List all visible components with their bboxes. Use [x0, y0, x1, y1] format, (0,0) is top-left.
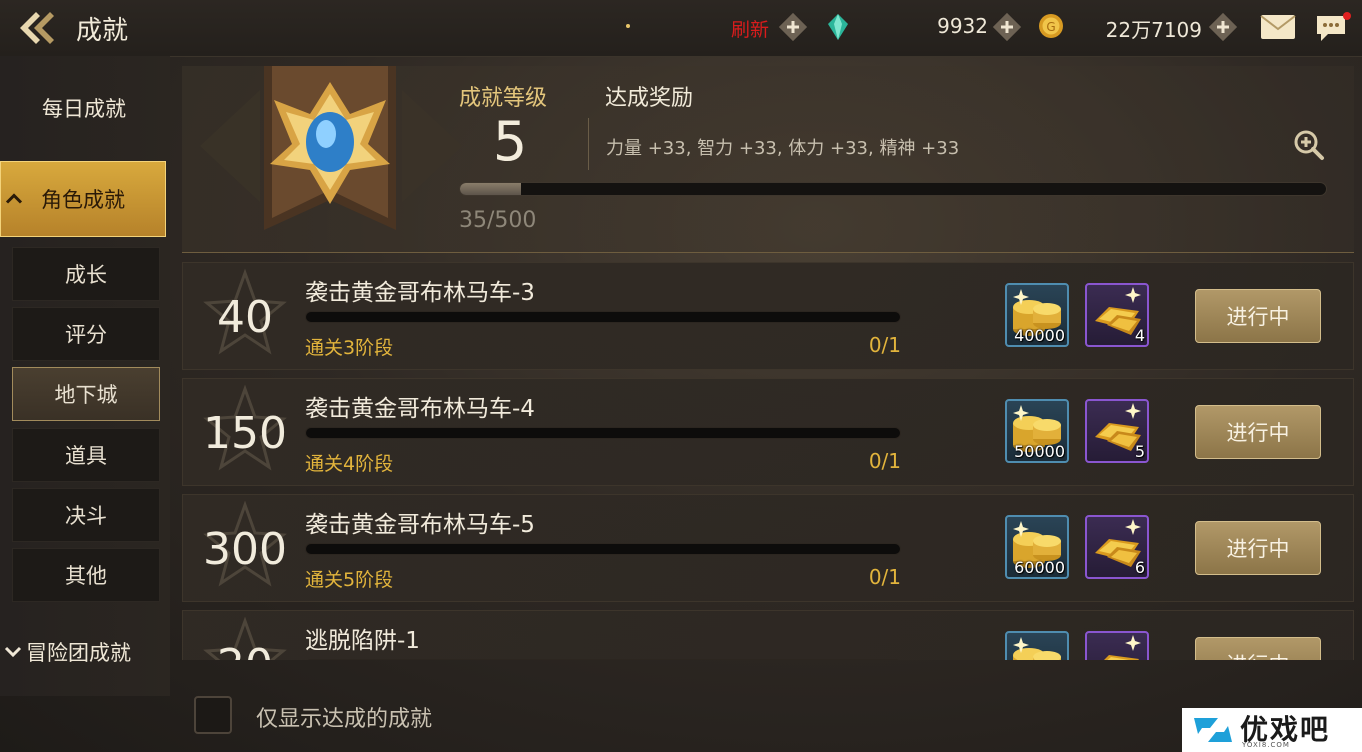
- level-progress-text: 35/500: [459, 208, 537, 233]
- sidebar-sub-label: 评分: [65, 323, 107, 347]
- achievement-name: 逃脱陷阱-1: [305, 628, 420, 654]
- back-arrow-icon[interactable]: [14, 8, 60, 48]
- watermark-sub: YOXI8.COM: [1242, 741, 1290, 749]
- achievement-condition: 通关3阶段: [305, 337, 394, 359]
- reward-gold-slot[interactable]: [1005, 631, 1069, 660]
- svg-text:G: G: [1046, 20, 1055, 34]
- sidebar-sub-label: 其他: [65, 564, 107, 588]
- sidebar-item-character[interactable]: 角色成就: [0, 161, 166, 237]
- mail-icon[interactable]: [1260, 14, 1296, 40]
- reward-quantity: 5: [1134, 442, 1145, 461]
- status-in-progress-button[interactable]: 进行中: [1195, 405, 1321, 459]
- filter-checkbox-label[interactable]: 仅显示达成的成就: [256, 701, 432, 733]
- sidebar: 每日成就 角色成就 成长 评分 地下城 道具 决斗 其他 冒险团成就: [0, 56, 170, 696]
- reward-quantity: 40000: [1014, 326, 1065, 345]
- sidebar-sub-label: 道具: [65, 444, 107, 468]
- achievement-name: 袭击黄金哥布林马车-3: [305, 280, 535, 306]
- watermark-logo-icon: [1194, 718, 1232, 742]
- sidebar-item-label: 每日成就: [42, 97, 126, 121]
- status-in-progress-button[interactable]: 进行中: [1195, 289, 1321, 343]
- sidebar-sub-label: 成长: [65, 263, 107, 287]
- filter-checkbox[interactable]: [194, 696, 232, 734]
- achievement-condition: 通关4阶段: [305, 453, 394, 475]
- achievement-count: 0/1: [868, 333, 901, 357]
- achievement-badge-icon: [200, 60, 462, 250]
- reward-gold-slot[interactable]: 40000: [1005, 283, 1069, 347]
- reward-ingot-slot[interactable]: 4: [1085, 283, 1149, 347]
- level-progress-fill: [460, 183, 521, 195]
- top-bar: 成就 刷新 9932 G 22万7109: [0, 0, 1362, 57]
- refresh-plus-icon[interactable]: [778, 12, 808, 42]
- achievement-condition: 通关5阶段: [305, 569, 394, 591]
- chevron-down-icon: [4, 642, 22, 663]
- sidebar-item-adventure[interactable]: 冒险团成就: [0, 627, 168, 677]
- level-label: 成就等级: [459, 86, 548, 111]
- reward-ingot-slot[interactable]: 6: [1085, 515, 1149, 579]
- achievement-points: 300: [203, 523, 287, 575]
- achievement-row: 150 袭击黄金哥布林马车-4 通关4阶段 0/1 50000 5 进行中: [182, 378, 1354, 486]
- reward-ingot-slot[interactable]: [1085, 631, 1149, 660]
- watermark: 优戏吧 YOXI8.COM: [1182, 708, 1362, 752]
- moon-icon[interactable]: [606, 12, 634, 40]
- reward-gold-slot[interactable]: 50000: [1005, 399, 1069, 463]
- sidebar-sub-label: 地下城: [54, 383, 118, 407]
- achievement-points: 40: [217, 291, 273, 343]
- reward-quantity: 60000: [1014, 558, 1065, 577]
- status-in-progress-button[interactable]: 进行中: [1195, 637, 1321, 660]
- achievement-list[interactable]: 40 袭击黄金哥布林马车-3 通关3阶段 0/1 40000 4 进行中 150 袭击黄金哥布林…: [182, 262, 1354, 660]
- achievement-points: 150: [203, 407, 287, 459]
- currency-amount-1: 9932: [937, 14, 988, 38]
- achievement-progress-bar: [305, 311, 901, 323]
- achievement-count: 0/1: [868, 449, 901, 473]
- sidebar-item-label: 冒险团成就: [26, 641, 131, 665]
- sidebar-sub-duel[interactable]: 决斗: [12, 488, 160, 542]
- sidebar-item-daily[interactable]: 每日成就: [0, 70, 168, 146]
- level-value: 5: [492, 110, 528, 173]
- sidebar-sub-dungeon[interactable]: 地下城: [12, 367, 160, 421]
- reward-ingot-slot[interactable]: 5: [1085, 399, 1149, 463]
- sidebar-sub-items[interactable]: 道具: [12, 428, 160, 482]
- reward-quantity: 4: [1134, 326, 1145, 345]
- currency-amount-2: 22万7109: [1105, 18, 1202, 42]
- achievement-count: 0/1: [868, 565, 901, 589]
- sidebar-item-label: 角色成就: [41, 188, 125, 212]
- currency2-plus-icon[interactable]: [1208, 12, 1238, 42]
- gold-coins-icon: [1013, 637, 1061, 660]
- gold-ingot-icon: [1104, 635, 1141, 660]
- reward-quantity: 6: [1134, 558, 1145, 577]
- achievement-progress-bar: [305, 427, 901, 439]
- achievement-name: 袭击黄金哥布林马车-5: [305, 512, 535, 538]
- zoom-in-icon[interactable]: [1292, 128, 1326, 162]
- achievement-name: 袭击黄金哥布林马车-4: [305, 396, 535, 422]
- reward-quantity: 50000: [1014, 442, 1065, 461]
- sidebar-sub-label: 决斗: [65, 504, 107, 528]
- level-progress-bar: [459, 182, 1327, 196]
- divider: [588, 118, 589, 170]
- sidebar-sub-growth[interactable]: 成长: [12, 247, 160, 301]
- achievement-progress-bar: [305, 659, 901, 660]
- achievement-progress-bar: [305, 543, 901, 555]
- reward-stats-text: 力量 +33, 智力 +33, 体力 +33, 精神 +33: [606, 138, 960, 159]
- reward-label: 达成奖励: [605, 86, 694, 111]
- achievement-points: 20: [191, 633, 299, 661]
- currency1-plus-icon[interactable]: [992, 12, 1022, 42]
- sidebar-sub-score[interactable]: 评分: [12, 307, 160, 361]
- gold-coin-icon: G: [1037, 12, 1065, 40]
- page-title: 成就: [76, 16, 129, 46]
- refresh-label[interactable]: 刷新: [731, 15, 769, 42]
- chevron-up-icon: [5, 189, 23, 210]
- chat-icon[interactable]: [1314, 12, 1352, 46]
- sidebar-sub-other[interactable]: 其他: [12, 548, 160, 602]
- achievement-row: 300 袭击黄金哥布林马车-5 通关5阶段 0/1 60000 6 进行中: [182, 494, 1354, 602]
- achievement-row: 40 袭击黄金哥布林马车-3 通关3阶段 0/1 40000 4 进行中: [182, 262, 1354, 370]
- status-in-progress-button[interactable]: 进行中: [1195, 521, 1321, 575]
- footer-bar: 仅显示达成的成就: [0, 696, 1362, 752]
- achievement-row: 20逃脱陷阱-1 进行中: [182, 610, 1354, 660]
- gem-icon: [826, 12, 850, 42]
- reward-gold-slot[interactable]: 60000: [1005, 515, 1069, 579]
